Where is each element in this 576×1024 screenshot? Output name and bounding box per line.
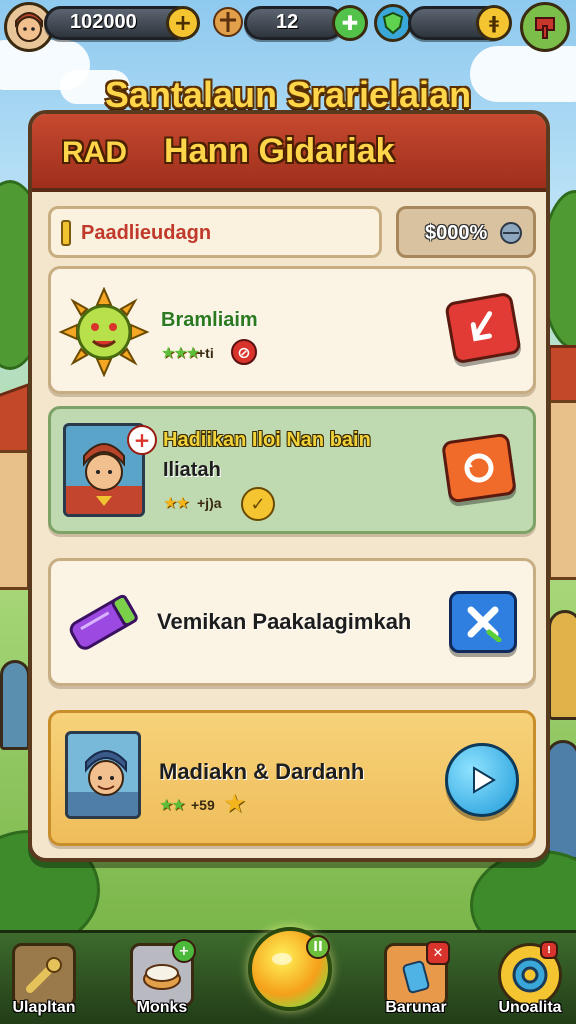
gem-icon [500, 222, 522, 244]
list-item[interactable]: Bramliaim ★★★ +ti ⊘ [48, 266, 536, 394]
row-action-button[interactable] [445, 743, 519, 817]
quest-panel: RAD Hann Gidariak Paadlieudagn $000% Bra… [28, 110, 550, 862]
character-portrait [65, 731, 141, 819]
plus-icon: + [173, 10, 193, 36]
coin-icon: ǂ [489, 12, 499, 34]
header-title: Hann Gidariak [164, 132, 395, 170]
flag-icon [535, 17, 555, 39]
row-title: Hadiikan Iloi Nan bain [163, 429, 371, 451]
nav-label: Barunar [385, 999, 447, 1016]
eraser-icon [69, 594, 138, 650]
pencil-icon [61, 220, 71, 246]
nav-item-map[interactable] [12, 943, 76, 1007]
row-stars: ★★ [159, 795, 186, 814]
percent-label: $000% [425, 222, 488, 244]
nav-label: Monks [136, 999, 188, 1016]
badge-icon: ! [540, 941, 558, 959]
level-value: 12 [276, 11, 299, 33]
list-item[interactable]: Madiakn & Dardanh ★★ +59 ★ [48, 710, 536, 846]
search-field[interactable]: Paadlieudagn [48, 206, 382, 258]
list-item[interactable]: Vemikan Paakalagimkah [48, 558, 536, 686]
avatar-icon [15, 12, 43, 42]
flag-button[interactable] [520, 2, 570, 52]
shield-icon [382, 11, 404, 35]
coin-button[interactable]: ǂ [476, 5, 512, 41]
row-title: Vemikan Paakalagimkah [157, 609, 412, 634]
header-left-label: RAD [62, 136, 127, 169]
shield-button[interactable] [374, 4, 412, 42]
sun-icon [59, 287, 149, 377]
percent-box[interactable]: $000% [396, 206, 536, 258]
star-icon: ★ [223, 789, 247, 819]
top-hud: 102000 + 12 ✚ ǂ [0, 0, 576, 56]
row-stars: ★★ [163, 493, 190, 512]
down-arrow-icon [470, 311, 493, 342]
notification-badge: + [127, 425, 157, 455]
nav-label: Unoalita [498, 999, 562, 1016]
row-action-button[interactable] [441, 432, 517, 504]
add-level-button[interactable]: ✚ [332, 5, 368, 41]
row-title: Madiakn & Dardanh [159, 759, 365, 784]
badge-icon: ✕ [426, 941, 450, 965]
check-icon: ✓ [241, 487, 275, 521]
undo-icon [464, 453, 494, 483]
gift-button[interactable] [208, 2, 248, 42]
badge-icon: + [172, 939, 196, 963]
gift-icon [213, 7, 243, 37]
panel-header: RAD Hann Gidariak [32, 114, 546, 192]
badge-icon: II [306, 935, 330, 959]
row-stat: +59 [191, 797, 215, 813]
add-icon: ✚ [341, 11, 359, 35]
close-icon [467, 606, 502, 642]
row-stars: ★★★ [161, 343, 200, 362]
nav-label: Ulapltan [12, 999, 76, 1016]
bottom-nav: Ulapltan + Monks II ✕ Barunar ! Unoalita [0, 927, 576, 1024]
coins-value: 102000 [70, 11, 137, 33]
play-icon [473, 766, 496, 794]
row-action-button[interactable] [444, 291, 522, 365]
wrench-icon [26, 957, 62, 993]
row-stat: +j)a [197, 495, 222, 511]
search-label: Paadlieudagn [81, 222, 212, 244]
add-coins-button[interactable]: + [166, 6, 200, 40]
row-subtitle: Iliatah [163, 459, 221, 481]
row-action-button[interactable] [449, 591, 517, 653]
cancel-icon: ⊘ [231, 339, 257, 365]
row-stat: +ti [197, 345, 214, 361]
row-title: Bramliaim [161, 309, 258, 331]
list-item[interactable]: + Hadiikan Iloi Nan bain Iliatah ★★ +j)a… [48, 406, 536, 534]
